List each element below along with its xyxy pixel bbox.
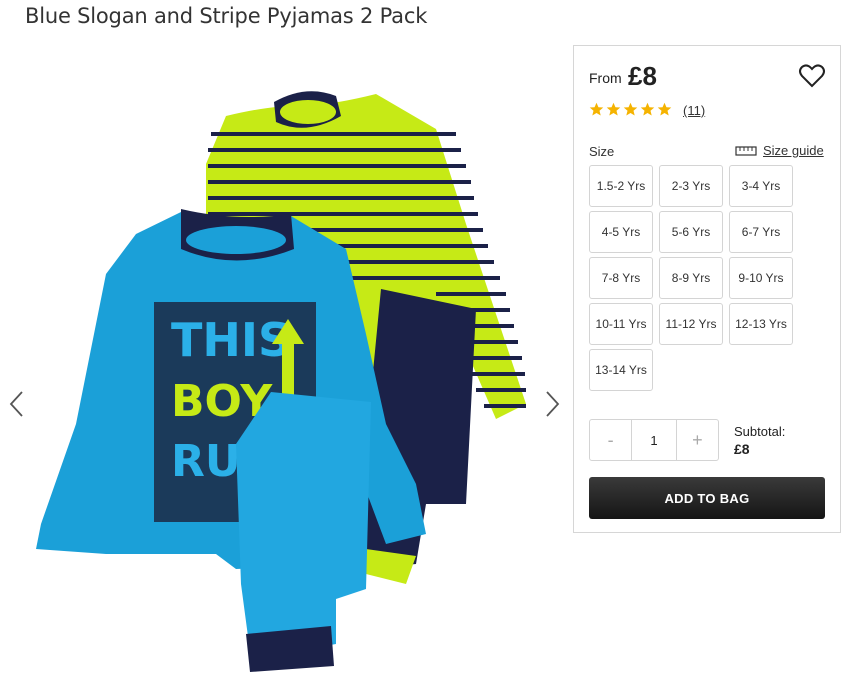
size-option[interactable]: 12-13 Yrs — [729, 303, 793, 345]
size-option[interactable]: 5-6 Yrs — [659, 211, 723, 253]
size-option[interactable]: 3-4 Yrs — [729, 165, 793, 207]
add-to-bag-button[interactable]: ADD TO BAG — [589, 477, 825, 519]
review-count-link[interactable]: (11) — [683, 103, 705, 118]
gallery-prev-button[interactable] — [6, 389, 28, 419]
star-icon — [606, 102, 621, 116]
size-label: Size — [589, 144, 615, 159]
size-option[interactable]: 4-5 Yrs — [589, 211, 653, 253]
chevron-right-icon — [546, 391, 560, 417]
star-icon — [640, 102, 655, 116]
size-option[interactable]: 2-3 Yrs — [659, 165, 723, 207]
price-from-label: From — [589, 70, 622, 86]
purchase-panel: From £8 (11) Size Size guide 1.5-2 Yrs 2-… — [573, 45, 841, 533]
price: £8 — [628, 61, 657, 91]
size-option[interactable]: 1.5-2 Yrs — [589, 165, 653, 207]
product-gallery: THIS BOY RUL — [0, 44, 570, 694]
star-icon — [589, 102, 604, 116]
product-image[interactable]: THIS BOY RUL — [36, 44, 536, 684]
quantity-stepper: - 1 + — [589, 419, 719, 461]
size-guide-label: Size guide — [763, 143, 824, 158]
size-option[interactable]: 10-11 Yrs — [589, 303, 653, 345]
quantity-decrease-button[interactable]: - — [590, 420, 631, 460]
size-option[interactable]: 7-8 Yrs — [589, 257, 653, 299]
size-option[interactable]: 11-12 Yrs — [659, 303, 723, 345]
quantity-value[interactable]: 1 — [631, 420, 677, 460]
subtotal-value: £8 — [734, 441, 750, 457]
subtotal-label: Subtotal: — [734, 424, 786, 439]
star-icon — [657, 102, 672, 116]
size-option[interactable]: 9-10 Yrs — [729, 257, 793, 299]
chevron-left-icon — [9, 391, 23, 417]
size-guide-link[interactable]: Size guide — [735, 143, 824, 158]
size-option[interactable]: 13-14 Yrs — [589, 349, 653, 391]
size-option[interactable]: 8-9 Yrs — [659, 257, 723, 299]
rating-stars — [589, 102, 672, 117]
heart-icon[interactable] — [798, 62, 826, 90]
product-title: Blue Slogan and Stripe Pyjamas 2 Pack — [25, 4, 428, 28]
size-option[interactable]: 6-7 Yrs — [729, 211, 793, 253]
quantity-increase-button[interactable]: + — [677, 420, 718, 460]
print-line1: THIS — [171, 313, 291, 367]
ruler-icon — [735, 145, 757, 156]
blue-pyjama-bottoms — [236, 392, 371, 672]
gallery-next-button[interactable] — [541, 389, 563, 419]
star-icon — [623, 102, 638, 116]
